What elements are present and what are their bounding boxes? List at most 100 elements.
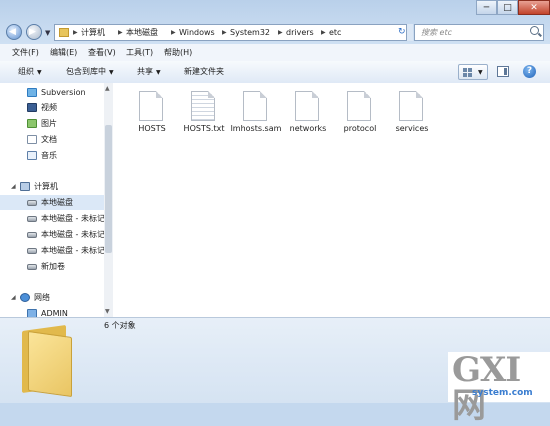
sidebar-item-label: 计算机 (34, 182, 58, 191)
include-in-library-button[interactable]: 包含到库中 ▼ (66, 66, 114, 78)
sidebar-item-label: 本地磁盘 - 未标记 (41, 230, 105, 239)
pictures-icon (27, 119, 37, 128)
forward-button[interactable]: ▶ (26, 24, 42, 40)
view-grid-icon (463, 68, 472, 77)
drive-icon (27, 264, 37, 270)
menu-edit[interactable]: 编辑(E) (50, 47, 77, 58)
scrollbar-thumb[interactable] (105, 125, 112, 253)
file-item[interactable]: lmhosts.sam (230, 91, 282, 151)
file-item[interactable]: HOSTS.txt (178, 91, 230, 137)
chevron-right-icon: ▶ (222, 29, 227, 36)
sidebar-item-pictures[interactable]: 图片 (0, 116, 104, 131)
folder-icon (59, 28, 69, 37)
new-folder-button[interactable]: 新建文件夹 (184, 66, 224, 77)
breadcrumb-etc[interactable]: etc (329, 27, 341, 39)
sidebar-item-label: ADMIN (41, 309, 68, 317)
title-bar: ─ □ ✕ ◀ ▶ ▼ ▶ 计算机 ▶ 本地磁盘 ▶ Windows ▶ Sys… (0, 0, 550, 44)
menu-file[interactable]: 文件(F) (12, 47, 39, 58)
file-name: services (395, 124, 429, 133)
chevron-down-icon[interactable]: ◢ (11, 294, 16, 302)
sidebar-item-label: 网络 (34, 293, 50, 302)
sidebar-item-music[interactable]: 音乐 (0, 148, 104, 163)
breadcrumb-local-disk[interactable]: 本地磁盘 (126, 27, 158, 39)
minimize-button[interactable]: ─ (476, 0, 497, 15)
sidebar-item-label: 音乐 (41, 151, 57, 160)
chevron-down-icon[interactable]: ◢ (11, 183, 16, 191)
explorer-window: ─ □ ✕ ◀ ▶ ▼ ▶ 计算机 ▶ 本地磁盘 ▶ Windows ▶ Sys… (0, 0, 550, 424)
help-button[interactable]: ? (523, 65, 536, 78)
sidebar-item-label: 本地磁盘 (41, 198, 73, 207)
breadcrumb-drivers[interactable]: drivers (286, 27, 314, 39)
computer-icon (27, 309, 37, 317)
menu-bar: 文件(F) 编辑(E) 查看(V) 工具(T) 帮助(H) (0, 44, 550, 62)
command-bar: 组织 ▼ 包含到库中 ▼ 共享 ▼ 新建文件夹 ▼ ? (0, 61, 550, 84)
sidebar-item-documents[interactable]: 文档 (0, 132, 104, 147)
file-icon (295, 91, 319, 121)
sidebar-item-local-disk-unlabeled[interactable]: 本地磁盘 - 未标记 (0, 211, 104, 226)
breadcrumb-windows[interactable]: Windows (179, 27, 215, 39)
navigation-pane: Subversion 视频 图片 文档 音乐 ◢ 计算机 本地磁盘 本地磁盘 -… (0, 83, 105, 317)
maximize-button[interactable]: □ (497, 0, 518, 15)
network-icon (20, 293, 30, 302)
recent-pages-dropdown[interactable]: ▼ (45, 29, 50, 37)
sidebar-item-videos[interactable]: 视频 (0, 100, 104, 115)
include-in-library-label: 包含到库中 (66, 67, 106, 76)
file-icon (243, 91, 267, 121)
sidebar-item-local-disk-unlabeled[interactable]: 本地磁盘 - 未标记 (0, 227, 104, 242)
maximize-icon: □ (503, 3, 512, 13)
file-item[interactable]: services (386, 91, 438, 137)
sidebar-item-label: 本地磁盘 - 未标记 (41, 214, 105, 223)
documents-icon (27, 135, 37, 144)
breadcrumb-system32[interactable]: System32 (230, 27, 270, 39)
address-bar[interactable]: ▶ 计算机 ▶ 本地磁盘 ▶ Windows ▶ System32 ▶ driv… (54, 24, 432, 41)
menu-tools[interactable]: 工具(T) (126, 47, 153, 58)
scroll-down-icon[interactable]: ▼ (105, 308, 110, 315)
breadcrumb-computer[interactable]: 计算机 (81, 27, 105, 39)
sidebar-item-label: 文档 (41, 135, 57, 144)
subversion-icon (27, 88, 37, 97)
file-icon (139, 91, 163, 121)
chevron-down-icon: ▼ (37, 69, 42, 76)
navigation-scrollbar[interactable]: ▲ ▼ (104, 83, 113, 317)
share-label: 共享 (137, 67, 153, 76)
item-count: 6 个对象 (104, 321, 136, 330)
chevron-down-icon: ▼ (109, 69, 114, 76)
scroll-up-icon[interactable]: ▲ (105, 85, 110, 92)
chevron-right-icon: ▶ (278, 29, 283, 36)
drive-icon (27, 248, 37, 254)
chevron-right-icon: ▶ (118, 29, 123, 36)
sidebar-item-admin[interactable]: ADMIN (0, 306, 104, 317)
share-button[interactable]: 共享 ▼ (137, 66, 161, 78)
sidebar-item-local-disk-unlabeled[interactable]: 本地磁盘 - 未标记 (0, 243, 104, 258)
chevron-right-icon: ▶ (321, 29, 326, 36)
change-view-button[interactable]: ▼ (458, 64, 488, 80)
sidebar-item-label: 本地磁盘 - 未标记 (41, 246, 105, 255)
sidebar-item-local-disk[interactable]: 本地磁盘 (0, 195, 104, 210)
sidebar-item-subversion[interactable]: Subversion (0, 85, 104, 100)
close-button[interactable]: ✕ (518, 0, 550, 15)
file-list: HOSTS HOSTS.txt lmhosts.sam networks pro… (113, 83, 550, 317)
folder-icon (22, 322, 74, 398)
back-button[interactable]: ◀ (6, 24, 22, 40)
refresh-icon[interactable]: ↻ (398, 27, 406, 38)
sidebar-item-network[interactable]: ◢ 网络 (0, 290, 104, 305)
file-name: HOSTS.txt (183, 124, 225, 133)
file-item[interactable]: networks (282, 91, 334, 137)
sidebar-item-new-volume[interactable]: 新加卷 (0, 259, 104, 274)
search-input[interactable]: 搜索 etc (414, 24, 544, 41)
file-item[interactable]: HOSTS (126, 91, 178, 137)
sidebar-item-label: 新加卷 (41, 262, 65, 271)
watermark-domain: system.com (472, 388, 533, 398)
drive-icon (27, 232, 37, 238)
file-icon (347, 91, 371, 121)
sidebar-item-computer[interactable]: ◢ 计算机 (0, 179, 104, 194)
menu-help[interactable]: 帮助(H) (164, 47, 192, 58)
menu-view[interactable]: 查看(V) (88, 47, 116, 58)
organize-label: 组织 (18, 67, 34, 76)
computer-icon (20, 182, 30, 191)
file-item[interactable]: protocol (334, 91, 386, 137)
chevron-down-icon: ▼ (156, 69, 161, 76)
chevron-down-icon: ▼ (478, 69, 483, 76)
preview-pane-button[interactable] (497, 66, 509, 77)
organize-button[interactable]: 组织 ▼ (18, 66, 42, 78)
